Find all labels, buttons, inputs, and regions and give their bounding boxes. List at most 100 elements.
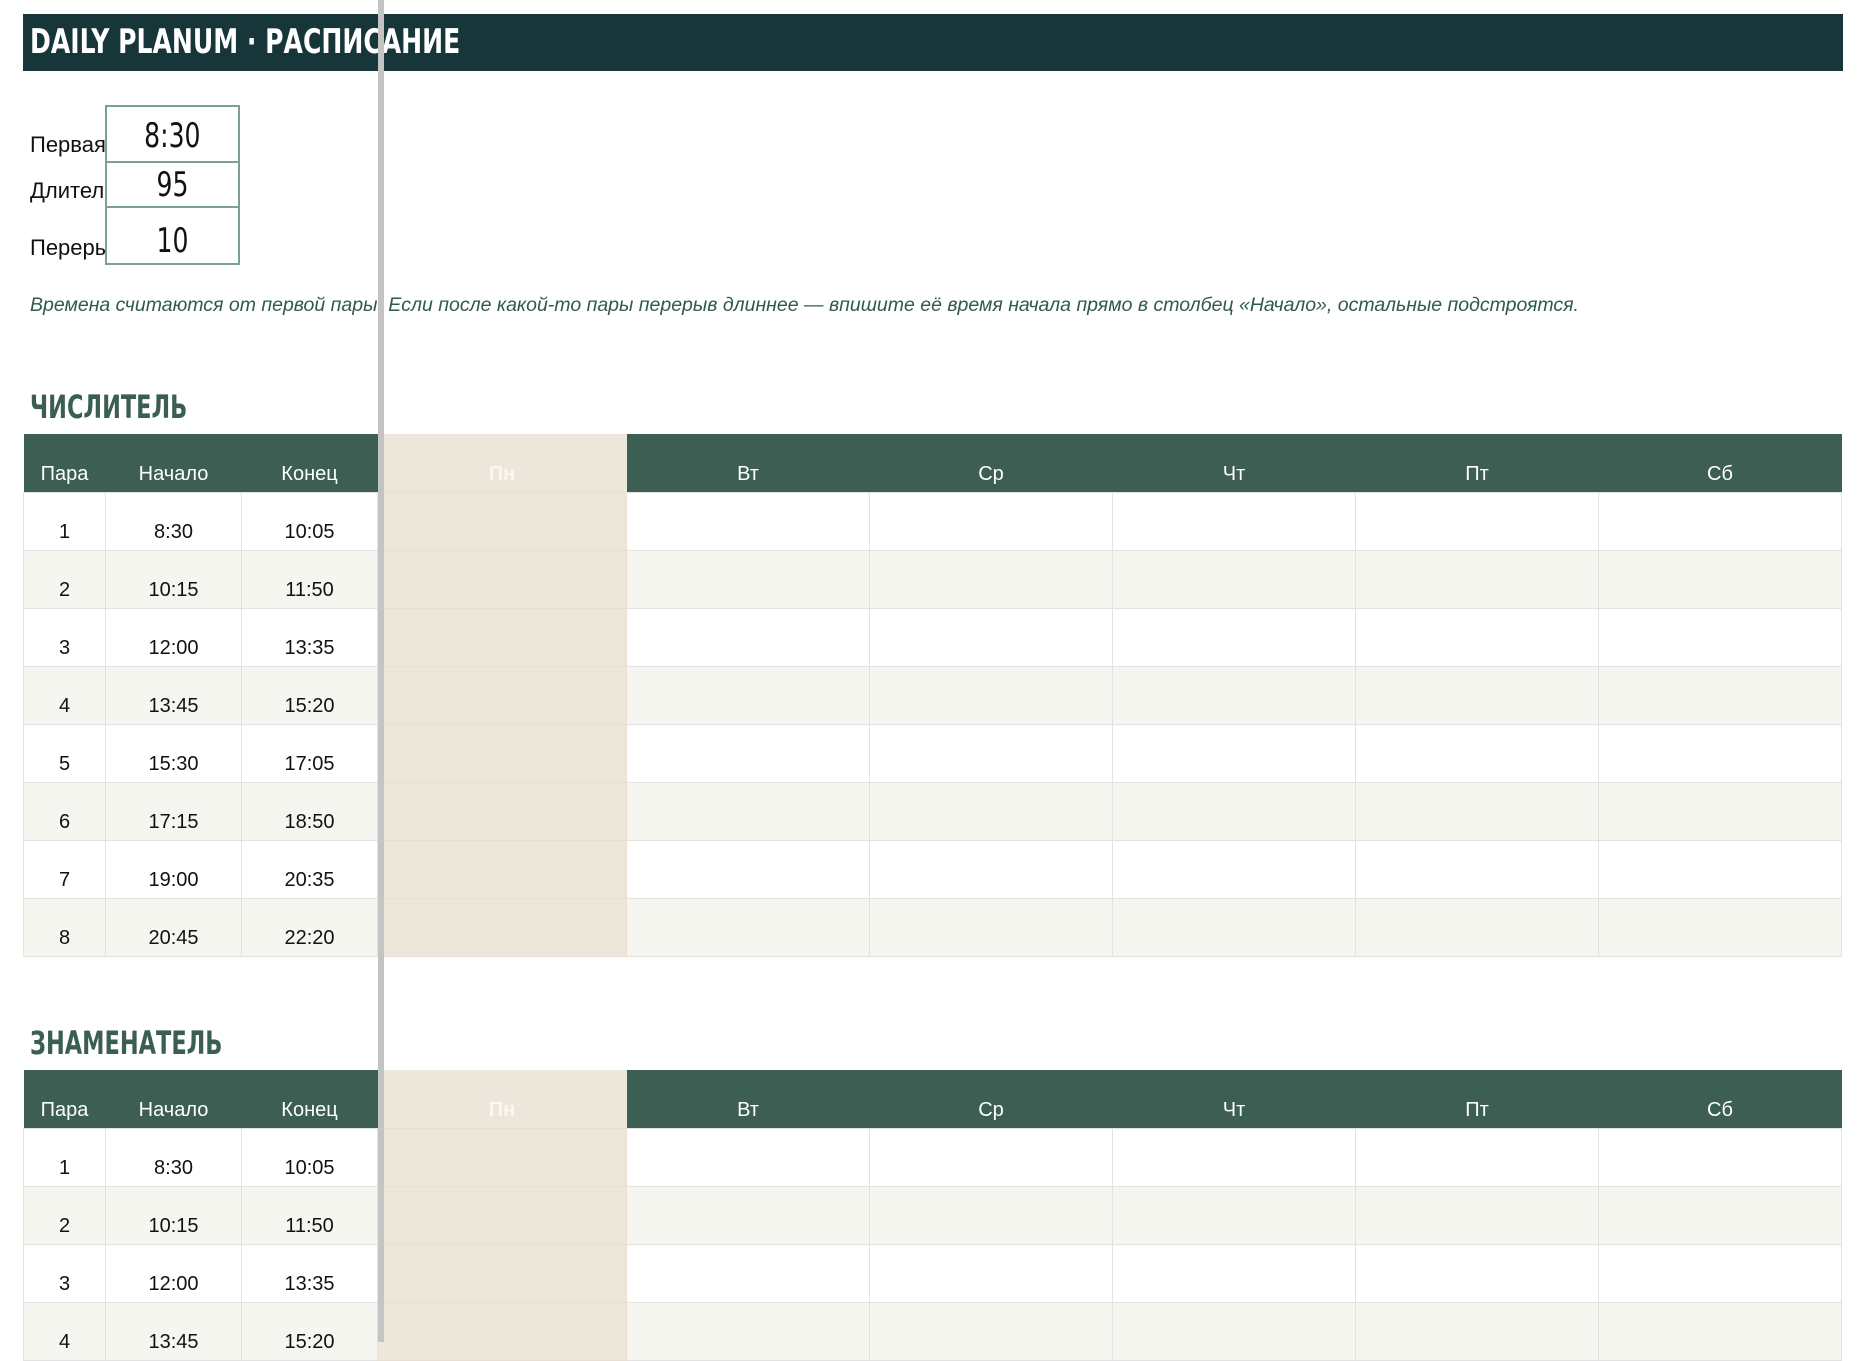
day-cell[interactable] [1112,1185,1356,1245]
column-header[interactable]: Ср [869,1070,1113,1128]
day-cell[interactable] [869,491,1113,551]
day-cell[interactable] [377,491,627,551]
column-header[interactable]: Конец [241,1070,378,1128]
day-cell[interactable] [1112,1243,1356,1303]
day-cell[interactable] [1355,781,1599,841]
day-cell[interactable] [626,665,870,725]
param-value-duration[interactable]: 95 [105,161,240,208]
day-cell[interactable] [377,1127,627,1187]
end-time-cell[interactable]: 13:35 [241,607,378,667]
day-cell[interactable] [869,897,1113,957]
day-cell[interactable] [377,1243,627,1303]
day-cell[interactable] [869,723,1113,783]
day-cell[interactable] [1355,897,1599,957]
day-cell[interactable] [626,839,870,899]
day-cell[interactable] [626,491,870,551]
day-cell[interactable] [1112,839,1356,899]
day-cell[interactable] [626,1243,870,1303]
day-cell[interactable] [1598,897,1842,957]
pair-number-cell[interactable]: 2 [23,549,106,609]
pair-number-cell[interactable]: 3 [23,607,106,667]
day-cell[interactable] [1355,1243,1599,1303]
pair-number-cell[interactable]: 6 [23,781,106,841]
day-cell[interactable] [377,1185,627,1245]
start-time-cell[interactable]: 10:15 [105,1185,242,1245]
day-cell[interactable] [626,723,870,783]
column-header[interactable]: Чт [1112,1070,1356,1128]
frozen-column-divider[interactable] [378,0,384,1342]
column-header[interactable]: Начало [105,1070,242,1128]
pair-number-cell[interactable]: 4 [23,1301,106,1361]
day-cell[interactable] [377,897,627,957]
day-cell[interactable] [1355,1185,1599,1245]
pair-number-cell[interactable]: 2 [23,1185,106,1245]
column-header[interactable]: Вт [626,434,870,492]
pair-number-cell[interactable]: 5 [23,723,106,783]
day-cell[interactable] [626,1127,870,1187]
day-cell[interactable] [1598,1185,1842,1245]
day-cell[interactable] [1355,549,1599,609]
column-header[interactable]: Начало [105,434,242,492]
day-cell[interactable] [377,549,627,609]
day-cell[interactable] [1598,607,1842,667]
end-time-cell[interactable]: 13:35 [241,1243,378,1303]
end-time-cell[interactable]: 11:50 [241,1185,378,1245]
start-time-cell[interactable]: 13:45 [105,665,242,725]
start-time-cell[interactable]: 8:30 [105,491,242,551]
day-cell[interactable] [869,1243,1113,1303]
day-cell[interactable] [377,839,627,899]
param-value-first[interactable]: 8:30 [105,105,240,163]
column-header[interactable]: Пт [1355,434,1599,492]
day-cell[interactable] [1112,781,1356,841]
end-time-cell[interactable]: 22:20 [241,897,378,957]
start-time-cell[interactable]: 15:30 [105,723,242,783]
day-cell[interactable] [626,607,870,667]
day-cell[interactable] [869,549,1113,609]
column-header[interactable]: Пара [23,1070,106,1128]
day-cell[interactable] [1598,1243,1842,1303]
pair-number-cell[interactable]: 4 [23,665,106,725]
column-header[interactable]: Пара [23,434,106,492]
day-cell[interactable] [1355,1127,1599,1187]
start-time-cell[interactable]: 12:00 [105,607,242,667]
start-time-cell[interactable]: 19:00 [105,839,242,899]
day-cell[interactable] [1112,897,1356,957]
day-cell[interactable] [1355,723,1599,783]
column-header[interactable]: Вт [626,1070,870,1128]
day-cell[interactable] [869,607,1113,667]
day-cell[interactable] [1355,839,1599,899]
column-header[interactable]: Сб [1598,1070,1842,1128]
day-cell[interactable] [869,839,1113,899]
column-header[interactable]: Чт [1112,434,1356,492]
day-cell[interactable] [1598,665,1842,725]
day-cell[interactable] [1355,1301,1599,1361]
end-time-cell[interactable]: 17:05 [241,723,378,783]
start-time-cell[interactable]: 17:15 [105,781,242,841]
day-cell[interactable] [1598,723,1842,783]
day-cell[interactable] [869,1127,1113,1187]
day-cell[interactable] [1355,665,1599,725]
pair-number-cell[interactable]: 8 [23,897,106,957]
column-header[interactable]: Пн [377,434,627,492]
day-cell[interactable] [1112,607,1356,667]
day-cell[interactable] [626,1301,870,1361]
end-time-cell[interactable]: 10:05 [241,491,378,551]
day-cell[interactable] [377,723,627,783]
day-cell[interactable] [1598,1127,1842,1187]
day-cell[interactable] [626,1185,870,1245]
start-time-cell[interactable]: 12:00 [105,1243,242,1303]
pair-number-cell[interactable]: 1 [23,1127,106,1187]
day-cell[interactable] [1112,491,1356,551]
day-cell[interactable] [869,781,1113,841]
day-cell[interactable] [1598,1301,1842,1361]
start-time-cell[interactable]: 13:45 [105,1301,242,1361]
day-cell[interactable] [1598,781,1842,841]
column-header[interactable]: Пт [1355,1070,1599,1128]
pair-number-cell[interactable]: 1 [23,491,106,551]
end-time-cell[interactable]: 18:50 [241,781,378,841]
day-cell[interactable] [377,781,627,841]
end-time-cell[interactable]: 10:05 [241,1127,378,1187]
day-cell[interactable] [626,549,870,609]
day-cell[interactable] [377,607,627,667]
day-cell[interactable] [1355,607,1599,667]
